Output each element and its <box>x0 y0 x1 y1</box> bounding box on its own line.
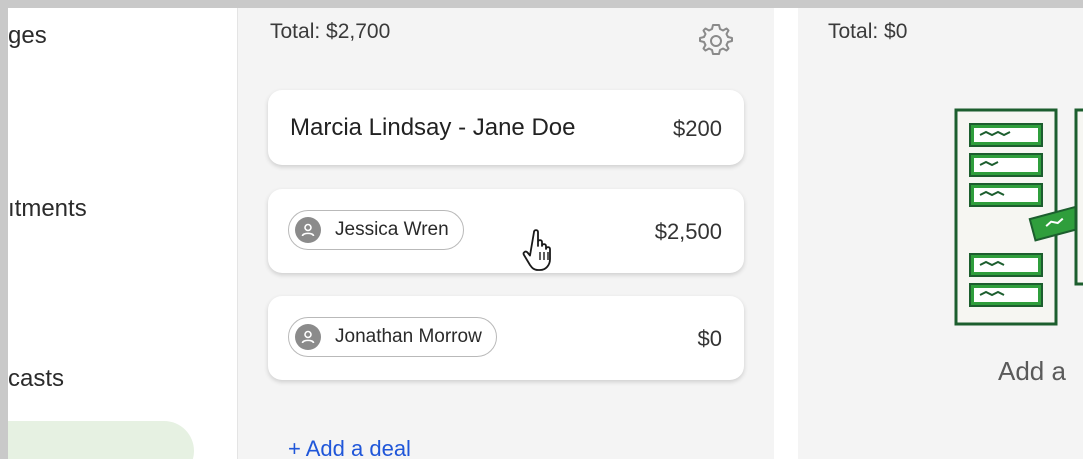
pipeline-stage-column-next: Total: $0 Add a <box>798 8 1083 459</box>
sidebar-item-label: ges <box>8 22 47 49</box>
gear-icon[interactable] <box>696 20 736 60</box>
sidebar: ges ıtments casts <box>8 8 238 459</box>
deal-card[interactable]: Jonathan Morrow $0 <box>268 296 744 380</box>
empty-stage-text: Add a <box>998 356 1066 386</box>
sidebar-item-stages[interactable]: ges <box>8 22 47 50</box>
empty-pipeline-illustration <box>954 108 1083 326</box>
hand-pointer-icon <box>522 229 551 271</box>
add-deal-link[interactable]: + Add a deal <box>288 436 411 459</box>
deal-card[interactable]: Marcia Lindsay - Jane Doe $200 <box>268 90 744 165</box>
deal-amount: $200 <box>673 116 722 141</box>
person-icon <box>295 217 321 243</box>
contact-chip[interactable]: Jonathan Morrow <box>288 317 497 357</box>
contact-name: Jessica Wren <box>335 219 449 240</box>
sidebar-item-label: ıtments <box>8 195 87 222</box>
deal-amount: $2,500 <box>654 219 722 244</box>
sidebar-item-forecasts[interactable]: casts <box>8 365 64 393</box>
pipeline-stage-column: Total: $2,700 Marcia Lindsay - Jane Doe … <box>238 8 774 459</box>
deal-amount: $0 <box>697 326 722 351</box>
person-icon <box>295 324 321 350</box>
window-frame-top <box>0 0 1083 8</box>
column-gap <box>774 8 798 459</box>
sidebar-item-active-highlight[interactable] <box>8 421 194 459</box>
stage-total: Total: $0 <box>828 20 908 43</box>
window-frame-left <box>0 0 8 459</box>
contact-name: Jonathan Morrow <box>335 326 482 347</box>
stage-total: Total: $2,700 <box>270 20 391 43</box>
contact-chip[interactable]: Jessica Wren <box>288 210 464 250</box>
deal-card[interactable]: Jessica Wren $2,500 <box>268 189 744 273</box>
deal-title: Marcia Lindsay - Jane Doe <box>290 114 576 141</box>
sidebar-item-appointments[interactable]: ıtments <box>8 195 87 223</box>
sidebar-item-label: casts <box>8 365 65 392</box>
